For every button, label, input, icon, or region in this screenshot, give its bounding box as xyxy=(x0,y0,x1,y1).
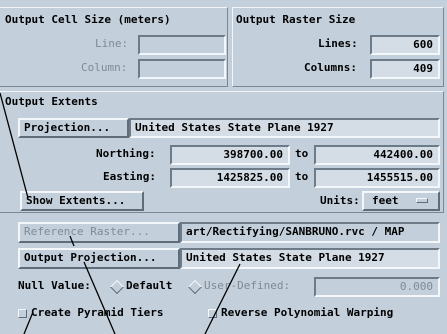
default-radio-label: Default xyxy=(126,279,173,292)
lines-label: Lines: xyxy=(318,37,358,50)
cell-size-line-field[interactable] xyxy=(138,35,226,55)
create-pyramid-checkbox[interactable] xyxy=(18,309,27,318)
callout-line xyxy=(204,263,241,334)
easting-from-field[interactable]: 1425825.00 xyxy=(170,168,290,188)
columns-field[interactable]: 409 xyxy=(370,59,440,79)
output-projection-field: United States State Plane 1927 xyxy=(180,248,440,269)
units-option-menu[interactable]: feet xyxy=(362,191,440,211)
cell-size-column-field[interactable] xyxy=(138,59,226,79)
cell-size-line-label: Line: xyxy=(95,37,129,50)
show-extents-button[interactable]: Show Extents... xyxy=(20,191,144,211)
output-projection-button[interactable]: Output Projection... xyxy=(18,248,180,269)
extents-title: Output Extents xyxy=(5,95,98,108)
easting-label: Easting: xyxy=(103,170,156,183)
callout-line xyxy=(83,261,116,334)
create-pyramid-label: Create Pyramid Tiers xyxy=(31,306,164,319)
easting-to-field[interactable]: 1455515.00 xyxy=(314,168,440,188)
northing-label: Northing: xyxy=(96,147,156,160)
null-value-label: Null Value: xyxy=(18,279,91,292)
reference-raster-path: art/Rectifying/SANBRUNO.rvc / MAP xyxy=(180,222,440,243)
projection-button[interactable]: Projection... xyxy=(18,118,129,138)
units-label: Units: xyxy=(320,194,360,207)
option-menu-indicator-icon xyxy=(416,198,428,203)
reverse-polynomial-checkbox[interactable] xyxy=(208,309,217,318)
reference-raster-button: Reference Raster... xyxy=(18,222,180,243)
cell-size-column-label: Column: xyxy=(81,61,128,74)
northing-to-label: to xyxy=(295,147,309,160)
units-value: feet xyxy=(372,194,399,207)
projection-field: United States State Plane 1927 xyxy=(129,118,440,138)
user-defined-field[interactable]: 0.000 xyxy=(314,277,440,297)
northing-to-field[interactable]: 442400.00 xyxy=(314,145,440,165)
columns-label: Columns: xyxy=(304,61,357,74)
reverse-polynomial-label: Reverse Polynomial Warping xyxy=(221,306,394,319)
easting-to-label: to xyxy=(295,170,309,183)
lines-field[interactable]: 600 xyxy=(370,35,440,55)
northing-from-field[interactable]: 398700.00 xyxy=(170,145,290,165)
raster-size-title: Output Raster Size xyxy=(236,13,356,26)
user-defined-radio[interactable] xyxy=(187,279,203,295)
user-defined-label: User-Defined: xyxy=(204,279,291,292)
default-radio[interactable] xyxy=(109,279,125,295)
cell-size-title: Output Cell Size (meters) xyxy=(5,13,171,26)
